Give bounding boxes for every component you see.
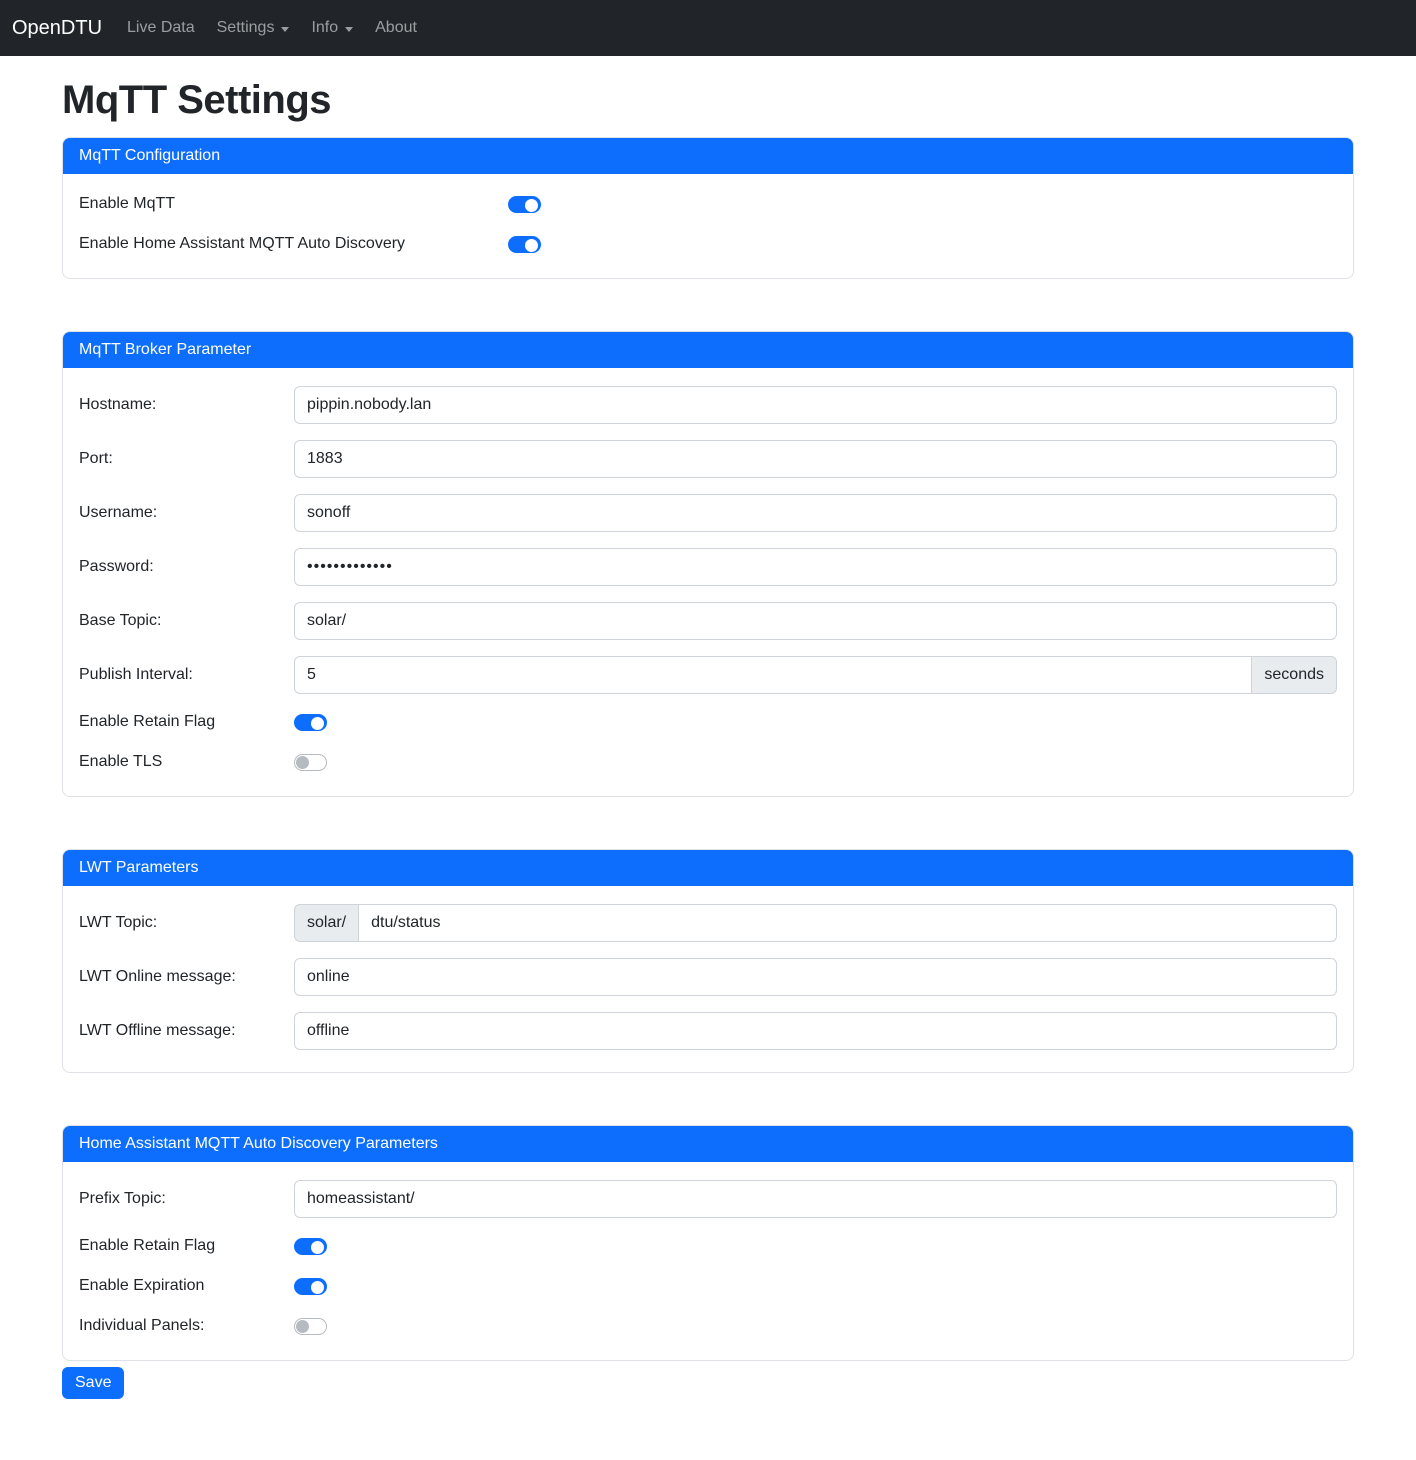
nav-item-about[interactable]: About [364, 11, 428, 45]
retain-flag-row: Enable Retain Flag [79, 710, 1337, 734]
port-row: Port: [79, 440, 1337, 478]
card-hass-discovery-parameters: Home Assistant MQTT Auto Discovery Param… [62, 1125, 1354, 1361]
enable-hass-discovery-toggle[interactable] [508, 236, 541, 253]
base-topic-input[interactable] [294, 602, 1337, 640]
hostname-input[interactable] [294, 386, 1337, 424]
publish-interval-row: Publish Interval: seconds [79, 656, 1337, 694]
prefix-topic-input[interactable] [294, 1180, 1337, 1218]
username-input[interactable] [294, 494, 1337, 532]
navbar: OpenDTU Live Data Settings Info About [0, 0, 1416, 56]
individual-panels-label: Individual Panels: [79, 1317, 294, 1335]
nav-item-about-label: About [375, 19, 417, 37]
lwt-online-row: LWT Online message: [79, 958, 1337, 996]
navbar-menu: Live Data Settings Info About [116, 11, 428, 45]
chevron-down-icon [281, 27, 289, 32]
port-input[interactable] [294, 440, 1337, 478]
card-mqtt-configuration-body: Enable MqTT Enable Home Assistant MQTT A… [63, 174, 1353, 278]
card-mqtt-configuration-header: MqTT Configuration [63, 138, 1353, 174]
nav-item-info[interactable]: Info [300, 11, 364, 45]
prefix-topic-row: Prefix Topic: [79, 1180, 1337, 1218]
tls-toggle[interactable] [294, 754, 327, 771]
card-mqtt-broker-parameter-header: MqTT Broker Parameter [63, 332, 1353, 368]
lwt-online-input[interactable] [294, 958, 1337, 996]
retain-flag-toggle[interactable] [294, 714, 327, 731]
hass-expiration-toggle[interactable] [294, 1278, 327, 1295]
lwt-topic-label: LWT Topic: [79, 914, 294, 932]
nav-item-live-data[interactable]: Live Data [116, 11, 206, 45]
card-lwt-parameters-body: LWT Topic: solar/ LWT Online message: LW… [63, 886, 1353, 1072]
base-topic-row: Base Topic: [79, 602, 1337, 640]
card-hass-discovery-parameters-body: Prefix Topic: Enable Retain Flag Enable … [63, 1162, 1353, 1360]
seconds-unit-addon: seconds [1252, 656, 1337, 694]
password-input[interactable] [294, 548, 1337, 586]
nav-item-settings-label: Settings [217, 19, 275, 37]
hass-expiration-row: Enable Expiration [79, 1274, 1337, 1298]
retain-flag-label: Enable Retain Flag [79, 713, 294, 731]
lwt-topic-prefix-addon: solar/ [294, 904, 358, 942]
hass-retain-flag-label: Enable Retain Flag [79, 1237, 294, 1255]
lwt-online-label: LWT Online message: [79, 968, 294, 986]
hass-expiration-label: Enable Expiration [79, 1277, 294, 1295]
password-label: Password: [79, 558, 294, 576]
hostname-label: Hostname: [79, 396, 294, 414]
card-hass-discovery-parameters-header: Home Assistant MQTT Auto Discovery Param… [63, 1126, 1353, 1162]
lwt-topic-input[interactable] [358, 904, 1337, 942]
nav-item-settings[interactable]: Settings [206, 11, 301, 45]
enable-mqtt-row: Enable MqTT [79, 192, 1337, 216]
hass-retain-flag-row: Enable Retain Flag [79, 1234, 1337, 1258]
card-lwt-parameters: LWT Parameters LWT Topic: solar/ LWT Onl… [62, 849, 1354, 1073]
publish-interval-input[interactable] [294, 656, 1252, 694]
page-container: MqTT Settings MqTT Configuration Enable … [62, 78, 1354, 1419]
card-mqtt-broker-parameter: MqTT Broker Parameter Hostname: Port: Us… [62, 331, 1354, 797]
lwt-offline-input[interactable] [294, 1012, 1337, 1050]
enable-mqtt-toggle[interactable] [508, 196, 541, 213]
prefix-topic-label: Prefix Topic: [79, 1190, 294, 1208]
card-lwt-parameters-header: LWT Parameters [63, 850, 1353, 886]
lwt-topic-row: LWT Topic: solar/ [79, 904, 1337, 942]
enable-hass-discovery-label: Enable Home Assistant MQTT Auto Discover… [79, 235, 508, 253]
password-row: Password: [79, 548, 1337, 586]
nav-item-live-data-label: Live Data [127, 19, 195, 37]
username-row: Username: [79, 494, 1337, 532]
lwt-offline-row: LWT Offline message: [79, 1012, 1337, 1050]
individual-panels-row: Individual Panels: [79, 1314, 1337, 1338]
card-mqtt-broker-parameter-body: Hostname: Port: Username: Password: Base… [63, 368, 1353, 796]
tls-label: Enable TLS [79, 753, 294, 771]
individual-panels-toggle[interactable] [294, 1318, 327, 1335]
port-label: Port: [79, 450, 294, 468]
card-mqtt-configuration: MqTT Configuration Enable MqTT Enable Ho… [62, 137, 1354, 279]
hostname-row: Hostname: [79, 386, 1337, 424]
hass-retain-flag-toggle[interactable] [294, 1238, 327, 1255]
tls-row: Enable TLS [79, 750, 1337, 774]
nav-item-info-label: Info [311, 19, 338, 37]
publish-interval-label: Publish Interval: [79, 666, 294, 684]
base-topic-label: Base Topic: [79, 612, 294, 630]
lwt-offline-label: LWT Offline message: [79, 1022, 294, 1040]
username-label: Username: [79, 504, 294, 522]
navbar-brand[interactable]: OpenDTU [12, 17, 102, 40]
enable-mqtt-label: Enable MqTT [79, 195, 508, 213]
enable-hass-discovery-row: Enable Home Assistant MQTT Auto Discover… [79, 232, 1337, 256]
page-title: MqTT Settings [62, 78, 1354, 123]
save-button[interactable]: Save [62, 1367, 124, 1399]
chevron-down-icon [345, 27, 353, 32]
